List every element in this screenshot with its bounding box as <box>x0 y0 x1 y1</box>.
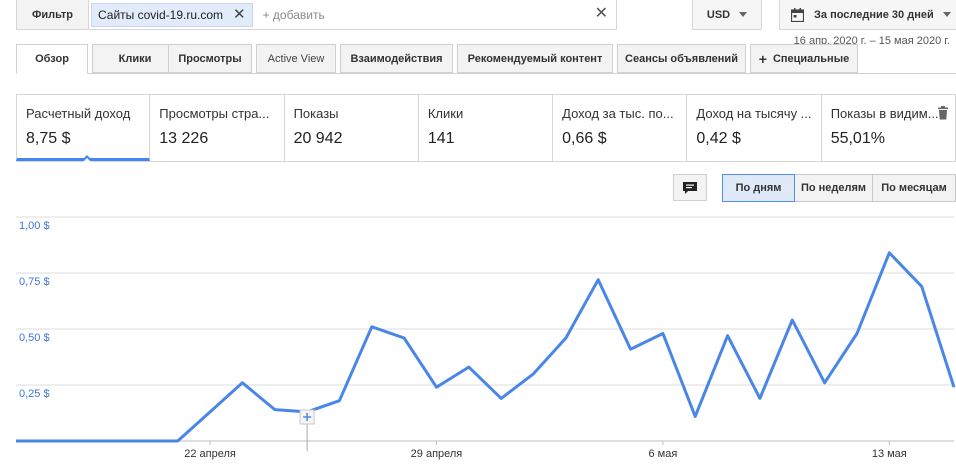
filter-chip[interactable]: Сайты covid-19.ru.com ✕ <box>91 2 253 27</box>
chip-remove-icon[interactable]: ✕ <box>233 7 246 22</box>
metric-estimated-revenue[interactable]: Расчетный доход 8,75 $ <box>16 95 151 162</box>
calendar-icon <box>791 7 804 22</box>
metric-page-rpm[interactable]: Доход за тыс. по... 0,66 $ <box>553 95 688 161</box>
metric-value: 0,66 $ <box>562 130 607 147</box>
revenue-line-chart: 0,25 $ 0,50 $ 0,75 $ 1,00 $ 22 апреля 29 апре… <box>16 216 956 460</box>
filter-label: Фильтр <box>17 0 89 29</box>
series-line <box>16 251 956 443</box>
metric-label: Клики <box>427 106 464 121</box>
metric-value: 141 <box>427 130 455 147</box>
plus-icon: + <box>758 50 767 67</box>
tab-recommended-content[interactable]: Рекомендуемый контент <box>457 44 613 73</box>
period-daily-button[interactable]: По дням <box>722 174 795 202</box>
chevron-down-icon <box>739 12 748 17</box>
metric-label: Доход на тысячу ... <box>696 106 812 121</box>
date-range-label: За последние 30 дней <box>814 8 934 21</box>
metric-label: Доход за тыс. по... <box>562 106 674 121</box>
y-tick-label: 0,75 $ <box>19 276 50 288</box>
selected-pointer-icon <box>81 155 93 162</box>
metric-value: 0,42 $ <box>696 130 741 147</box>
annotations-button[interactable] <box>673 174 707 201</box>
date-range-select[interactable]: За последние 30 дней <box>779 0 956 30</box>
clear-filter-icon[interactable]: ✕ <box>595 6 608 22</box>
comment-icon <box>683 181 697 194</box>
y-tick-label: 0,50 $ <box>19 332 50 344</box>
tab-custom[interactable]: + Специальные <box>750 44 858 73</box>
report-tabs: Обзор Клики Просмотры Active View Взаимо… <box>16 44 956 74</box>
tab-overview[interactable]: Обзор <box>16 44 88 74</box>
metric-label: Показы в видим... <box>830 106 939 121</box>
add-filter-link[interactable]: + добавить <box>263 8 325 22</box>
filter-bar: Фильтр Сайты covid-19.ru.com ✕ + добавит… <box>16 0 617 30</box>
metric-label: Показы <box>293 106 339 121</box>
filter-chip-label: Сайты covid-19.ru.com <box>98 7 223 22</box>
metric-value: 13 226 <box>159 130 209 147</box>
x-tick-label: 22 апреля <box>184 448 236 460</box>
tab-ad-sessions[interactable]: Сеансы объявлений <box>617 44 746 73</box>
x-tick-label: 29 апреля <box>411 448 463 460</box>
y-tick-label: 0,25 $ <box>19 388 50 400</box>
metric-value: 8,75 $ <box>26 130 71 147</box>
chevron-down-icon <box>942 12 951 17</box>
metric-value: 20 942 <box>293 130 343 147</box>
metric-impressions[interactable]: Показы 20 942 <box>284 95 419 161</box>
metric-cards: Расчетный доход 8,75 $ Просмотры стра...… <box>16 94 956 162</box>
tab-clicks[interactable]: Клики <box>92 44 178 73</box>
metric-label: Просмотры стра... <box>159 106 270 121</box>
period-toggle: По дням По неделям По месяцам <box>722 174 956 202</box>
period-weekly-button[interactable]: По неделям <box>794 174 873 202</box>
metric-label: Расчетный доход <box>26 106 131 121</box>
tab-views[interactable]: Просмотры <box>168 44 252 73</box>
metric-viewability[interactable]: Показы в видим... 55,01% <box>821 95 956 161</box>
metric-value: 55,01% <box>830 130 885 147</box>
currency-value: USD <box>706 8 731 21</box>
y-tick-label: 1,00 $ <box>19 220 50 232</box>
tab-active-view[interactable]: Active View <box>256 44 336 73</box>
metric-clicks[interactable]: Клики 141 <box>418 95 554 161</box>
metric-page-views[interactable]: Просмотры стра... 13 226 <box>150 95 285 161</box>
x-tick-label: 13 мая <box>872 448 907 460</box>
currency-select[interactable]: USD <box>692 0 762 30</box>
period-monthly-button[interactable]: По месяцам <box>872 174 956 202</box>
metric-impression-rpm[interactable]: Доход на тысячу ... 0,42 $ <box>687 95 822 161</box>
delete-icon[interactable] <box>937 106 949 120</box>
tab-interactions[interactable]: Взаимодействия <box>340 44 453 73</box>
x-tick-label: 6 мая <box>648 448 677 460</box>
